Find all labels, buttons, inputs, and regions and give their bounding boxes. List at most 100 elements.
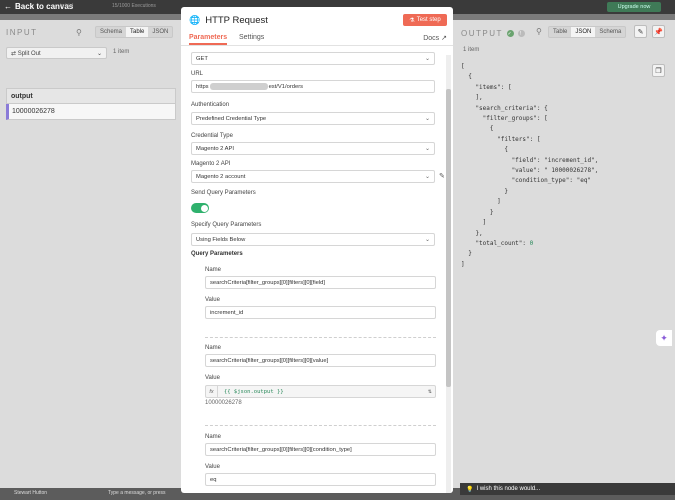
json-key: "total_count":	[461, 239, 530, 247]
output-view-toggle: Table JSON Schema	[548, 26, 627, 38]
test-step-button[interactable]: ⚗ Test step	[403, 14, 447, 26]
auth-label: Authentication	[191, 102, 230, 108]
copy-icon[interactable]: ❐	[652, 64, 665, 77]
tab-json[interactable]: JSON	[148, 27, 172, 37]
cred-type-select[interactable]: Magento 2 API ⌄	[191, 142, 435, 155]
ai-assistant-icon[interactable]: ✦	[656, 330, 672, 346]
upgrade-button[interactable]: Upgrade now	[607, 2, 661, 12]
json-key: "condition_type":	[461, 177, 577, 185]
chat-input-placeholder[interactable]: Type a message, or press	[108, 490, 166, 496]
json-line: "search_criteria": {	[461, 104, 548, 112]
url-prefix: https	[196, 83, 209, 90]
param-value-label: Value	[205, 464, 220, 470]
specify-label: Specify Query Parameters	[191, 222, 262, 228]
json-value: 0	[529, 239, 534, 247]
json-line: "filters": [	[461, 135, 541, 143]
fx-icon: fx	[206, 386, 218, 397]
tab-schema[interactable]: Schema	[96, 27, 126, 37]
edit-credential-icon[interactable]: ✎	[439, 172, 445, 180]
url-input[interactable]: https est/V1/orders	[191, 80, 435, 93]
json-line: {	[461, 146, 508, 154]
param-name-label: Name	[205, 267, 222, 273]
tab-json[interactable]: JSON	[571, 27, 596, 37]
method-select[interactable]: GET ⌄	[191, 52, 435, 65]
json-output: [ { "items": [ ], "search_criteria": { "…	[461, 62, 598, 270]
success-check-icon: ✓	[506, 30, 514, 37]
external-link-icon: ↗	[441, 35, 447, 42]
search-icon[interactable]: ⚲	[76, 28, 82, 37]
chevron-down-icon: ⌄	[424, 146, 430, 152]
arrow-left-icon: ←	[4, 2, 12, 11]
cred-select[interactable]: Magento 2 account ⌄	[191, 170, 435, 183]
docs-label: Docs	[423, 35, 440, 42]
param-value-input[interactable]: eq	[205, 473, 436, 486]
node-modal: 🌐 HTTP Request ⚗ Test step Parameters Se…	[181, 7, 453, 493]
tab-settings[interactable]: Settings	[239, 34, 264, 41]
output-panel: OUTPUT ✓ ! ⚲ Table JSON Schema ✎ 📌 1 ite…	[453, 20, 675, 488]
input-table: output 10000026278	[6, 88, 176, 120]
globe-icon: 🌐	[189, 14, 201, 25]
param-name-input[interactable]: searchCriteria[filter_groups][0][filters…	[205, 443, 436, 456]
json-line: {	[461, 73, 472, 81]
tab-parameters[interactable]: Parameters	[189, 34, 228, 45]
json-line: [	[461, 63, 465, 70]
expand-icon[interactable]: ⇅	[428, 389, 432, 395]
send-query-toggle[interactable]	[191, 203, 209, 213]
cred-value: Magento 2 account	[196, 173, 246, 180]
docs-link[interactable]: Docs ↗	[423, 34, 447, 42]
param-name-input[interactable]: searchCriteria[filter_groups][0][filters…	[205, 276, 436, 289]
scrollbar-thumb[interactable]	[446, 89, 451, 387]
send-query-label: Send Query Parameters	[191, 190, 256, 196]
redacted-host	[209, 83, 268, 90]
query-params-label: Query Parameters	[191, 251, 243, 257]
feedback-text: I wish this node would...	[476, 486, 541, 492]
param-expression-input[interactable]: fx {{ $json.output }} ⇅	[205, 385, 436, 398]
json-line: }	[461, 208, 494, 216]
lightbulb-icon: 💡	[466, 486, 474, 493]
flask-icon: ⚗	[409, 17, 415, 24]
tab-table[interactable]: Table	[126, 27, 149, 37]
item-count: 1 item	[463, 47, 480, 53]
node-select[interactable]: ⇄ Split Out ⌄	[6, 47, 107, 59]
edit-icon[interactable]: ✎	[634, 25, 647, 38]
cred-type-label: Credential Type	[191, 133, 233, 139]
specify-value: Using Fields Below	[196, 236, 246, 243]
chevron-down-icon: ⌄	[424, 174, 430, 180]
table-row[interactable]: 10000026278	[6, 104, 176, 120]
tab-schema[interactable]: Schema	[595, 27, 625, 37]
executions-text: 15/1000 Executions	[112, 3, 156, 9]
json-line: }	[461, 187, 508, 195]
user-name: Stewart Hutton	[14, 490, 48, 496]
param-value-input[interactable]: increment_id	[205, 306, 436, 319]
param-name-input[interactable]: searchCriteria[filter_groups][0][filters…	[205, 354, 436, 367]
auth-value: Predefined Credential Type	[196, 115, 267, 122]
search-icon[interactable]: ⚲	[536, 27, 542, 36]
tab-table[interactable]: Table	[549, 27, 571, 37]
feedback-bar[interactable]: 💡 I wish this node would...	[460, 483, 675, 495]
json-line: },	[461, 229, 483, 237]
cred-label: Magento 2 API	[191, 161, 231, 167]
param-name-label: Name	[205, 434, 222, 440]
param-value-label: Value	[205, 375, 220, 381]
cred-type-value: Magento 2 API	[196, 145, 235, 152]
url-label: URL	[191, 71, 204, 77]
input-panel: INPUT ⚲ Schema Table JSON ⇄ Split Out ⌄ …	[0, 20, 181, 488]
json-line: {	[461, 125, 494, 133]
divider	[205, 337, 436, 338]
item-count: 1 item	[113, 49, 130, 55]
json-value: "eq"	[576, 177, 592, 185]
param-value-label: Value	[205, 297, 220, 303]
pin-icon[interactable]: 📌	[652, 25, 665, 38]
chevron-down-icon: ⌄	[96, 50, 102, 57]
chevron-down-icon: ⌄	[424, 116, 430, 122]
json-line: "filter_groups": [	[461, 115, 548, 123]
json-key: "field":	[461, 156, 545, 164]
json-value: " 10000026278",	[544, 167, 599, 175]
node-title[interactable]: HTTP Request	[205, 15, 268, 26]
specify-select[interactable]: Using Fields Below ⌄	[191, 233, 435, 246]
modal-tabs: Parameters Settings Docs ↗	[181, 33, 453, 46]
expression-value: {{ $json.output }}	[224, 388, 284, 395]
input-title: INPUT	[6, 27, 38, 37]
param-name-label: Name	[205, 345, 222, 351]
auth-select[interactable]: Predefined Credential Type ⌄	[191, 112, 435, 125]
